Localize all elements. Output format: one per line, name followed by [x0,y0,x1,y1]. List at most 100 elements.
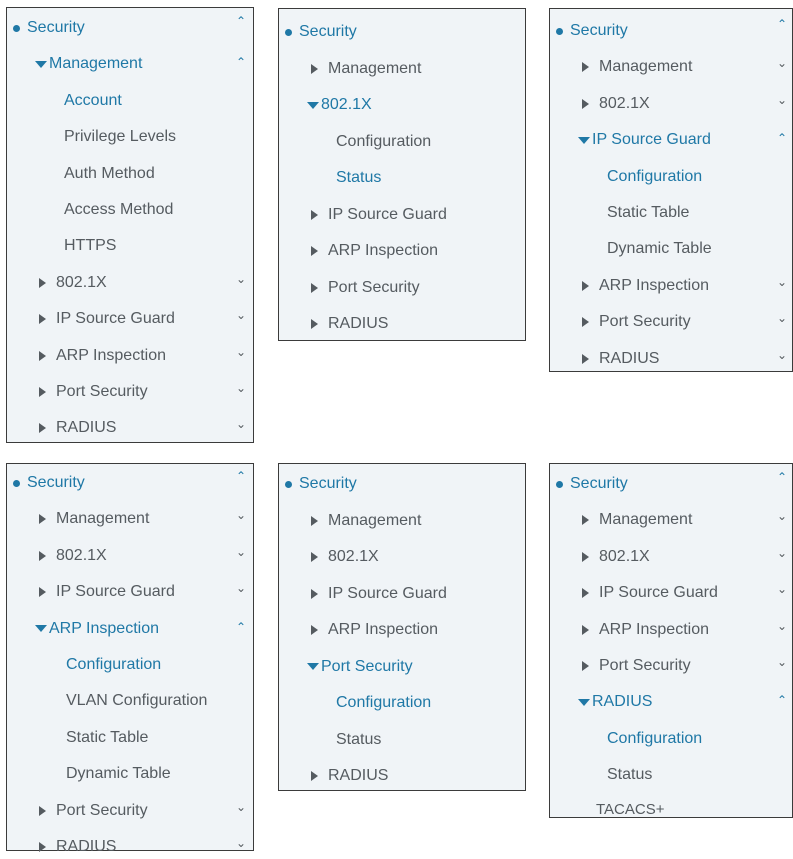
chevron-down-icon[interactable]: ⌄ [777,510,787,522]
nav-item-ip-source-guard[interactable]: IP Source Guard [582,581,718,605]
security-nav-panel: Security ⌃ Management ⌃ Account Privilege Lev… [6,7,254,443]
nav-subitem-status[interactable]: Status [336,728,381,752]
security-nav-panel: Security ⌃ Management ⌄ 802.1X ⌃ Configuration… [278,8,791,341]
nav-item-arp-inspection[interactable]: ARP Inspection [311,239,438,263]
nav-subitem-https[interactable]: HTTPS [64,234,116,258]
chevron-down-icon[interactable]: ⌄ [236,837,246,849]
nav-item-port-security[interactable]: Port Security [582,310,691,334]
nav-subitem-dynamic-table[interactable]: Dynamic Table [607,237,712,261]
nav-item-arp-inspection[interactable]: ARP Inspection [35,617,159,641]
nav-item-arp-inspection[interactable]: ARP Inspection [311,618,438,642]
chevron-up-icon[interactable]: ⌃ [236,56,246,68]
nav-item-management[interactable]: Management [582,55,692,79]
nav-subitem-privilege-levels[interactable]: Privilege Levels [64,125,176,149]
chevron-down-icon[interactable]: ⌄ [777,312,787,324]
nav-item-802-1x[interactable]: 802.1X [39,271,107,295]
chevron-down-icon[interactable]: ⌄ [236,346,246,358]
caret-right-icon [39,587,46,598]
chevron-down-icon[interactable]: ⌄ [236,801,246,813]
nav-item-ip-source-guard[interactable]: IP Source Guard [311,582,447,606]
nav-item-label: ARP Inspection [49,619,159,637]
caret-right-icon [39,277,46,288]
chevron-up-icon[interactable]: ⌃ [777,694,787,706]
nav-root-security[interactable]: Security [13,16,85,40]
nav-item-management[interactable]: Management [311,57,421,81]
chevron-down-icon[interactable]: ⌄ [236,309,246,321]
chevron-down-icon[interactable]: ⌄ [236,509,246,521]
chevron-up-icon[interactable]: ⌃ [236,621,246,633]
nav-item-label: ARP Inspection [599,620,709,638]
nav-item-management[interactable]: Management [582,508,692,532]
nav-subitem-dynamic-table[interactable]: Dynamic Table [66,762,171,786]
nav-item-radius[interactable]: RADIUS [39,416,116,440]
chevron-down-icon[interactable]: ⌄ [777,57,787,69]
chevron-down-icon[interactable]: ⌄ [236,546,246,558]
nav-item-port-security[interactable]: Port Security [39,380,148,404]
nav-item-management[interactable]: Management [311,509,421,533]
nav-item-port-security[interactable]: Port Security [39,799,148,823]
nav-item-radius[interactable]: RADIUS [578,690,652,714]
nav-root-security[interactable]: Security [556,472,628,496]
nav-subitem-access-method[interactable]: Access Method [64,198,173,222]
chevron-up-icon[interactable]: ⌃ [236,470,246,482]
nav-item-tacacs[interactable]: TACACS+ [596,798,665,822]
chevron-up-icon[interactable]: ⌃ [236,15,246,27]
nav-subitem-static-table[interactable]: Static Table [607,201,689,225]
nav-subitem-configuration[interactable]: Configuration [336,130,431,154]
nav-item-radius[interactable]: RADIUS [582,347,659,371]
nav-subitem-configuration[interactable]: Configuration [66,653,161,677]
chevron-down-icon[interactable]: ⌄ [777,547,787,559]
nav-item-management[interactable]: Management [35,52,142,76]
chevron-down-icon[interactable]: ⌄ [777,620,787,632]
nav-item-port-security[interactable]: Port Security [311,276,420,300]
nav-subitem-configuration[interactable]: Configuration [336,691,431,715]
nav-subitem-vlan-configuration[interactable]: VLAN Configuration [66,689,207,713]
bullet-icon [13,479,20,487]
chevron-down-icon[interactable]: ⌄ [236,418,246,430]
nav-item-ip-source-guard[interactable]: IP Source Guard [39,307,175,331]
nav-item-802-1x[interactable]: 802.1X [307,93,372,117]
nav-item-arp-inspection[interactable]: ARP Inspection [582,274,709,298]
nav-root-security[interactable]: Security [285,20,357,44]
security-nav-panel: Security ⌃ Management ⌄ 802.1X ⌄ IP Source Gua… [278,463,791,791]
caret-right-icon [582,661,589,671]
nav-item-802-1x[interactable]: 802.1X [582,92,650,116]
chevron-up-icon[interactable]: ⌃ [777,18,787,30]
chevron-down-icon[interactable]: ⌄ [236,273,246,285]
nav-item-ip-source-guard[interactable]: IP Source Guard [39,580,175,604]
chevron-down-icon[interactable]: ⌄ [777,276,787,288]
nav-root-security[interactable]: Security [13,471,85,495]
nav-item-ip-source-guard[interactable]: IP Source Guard [311,203,447,227]
nav-subitem-configuration[interactable]: Configuration [607,727,702,751]
chevron-down-icon[interactable]: ⌄ [777,349,787,361]
nav-subitem-configuration[interactable]: Configuration [607,165,702,189]
chevron-down-icon[interactable]: ⌄ [777,583,787,595]
nav-item-radius[interactable]: RADIUS [311,312,388,336]
nav-item-802-1x[interactable]: 802.1X [39,544,107,568]
caret-right-icon [311,319,318,329]
chevron-down-icon[interactable]: ⌄ [236,382,246,394]
nav-item-label: 802.1X [321,96,372,113]
nav-root-security[interactable]: Security [285,472,357,496]
nav-item-radius[interactable]: RADIUS [39,835,116,859]
nav-subitem-status[interactable]: Status [607,763,652,787]
nav-subitem-static-table[interactable]: Static Table [66,726,148,750]
nav-item-802-1x[interactable]: 802.1X [582,545,650,569]
nav-subitem-account[interactable]: Account [64,89,122,113]
nav-subitem-auth-method[interactable]: Auth Method [64,162,155,186]
chevron-down-icon[interactable]: ⌄ [777,656,787,668]
nav-root-security[interactable]: Security [556,19,628,43]
nav-item-ip-source-guard[interactable]: IP Source Guard [578,128,711,152]
chevron-down-icon[interactable]: ⌄ [236,582,246,594]
chevron-up-icon[interactable]: ⌃ [777,471,787,483]
chevron-up-icon[interactable]: ⌃ [777,132,787,144]
nav-subitem-status[interactable]: Status [336,166,381,190]
nav-item-port-security[interactable]: Port Security [307,655,413,679]
nav-item-port-security[interactable]: Port Security [582,654,691,678]
nav-item-802-1x[interactable]: 802.1X [311,545,379,569]
nav-item-radius[interactable]: RADIUS [311,764,388,788]
nav-item-management[interactable]: Management [39,507,149,531]
nav-item-arp-inspection[interactable]: ARP Inspection [582,618,709,642]
nav-item-arp-inspection[interactable]: ARP Inspection [39,344,166,368]
chevron-down-icon[interactable]: ⌄ [777,94,787,106]
